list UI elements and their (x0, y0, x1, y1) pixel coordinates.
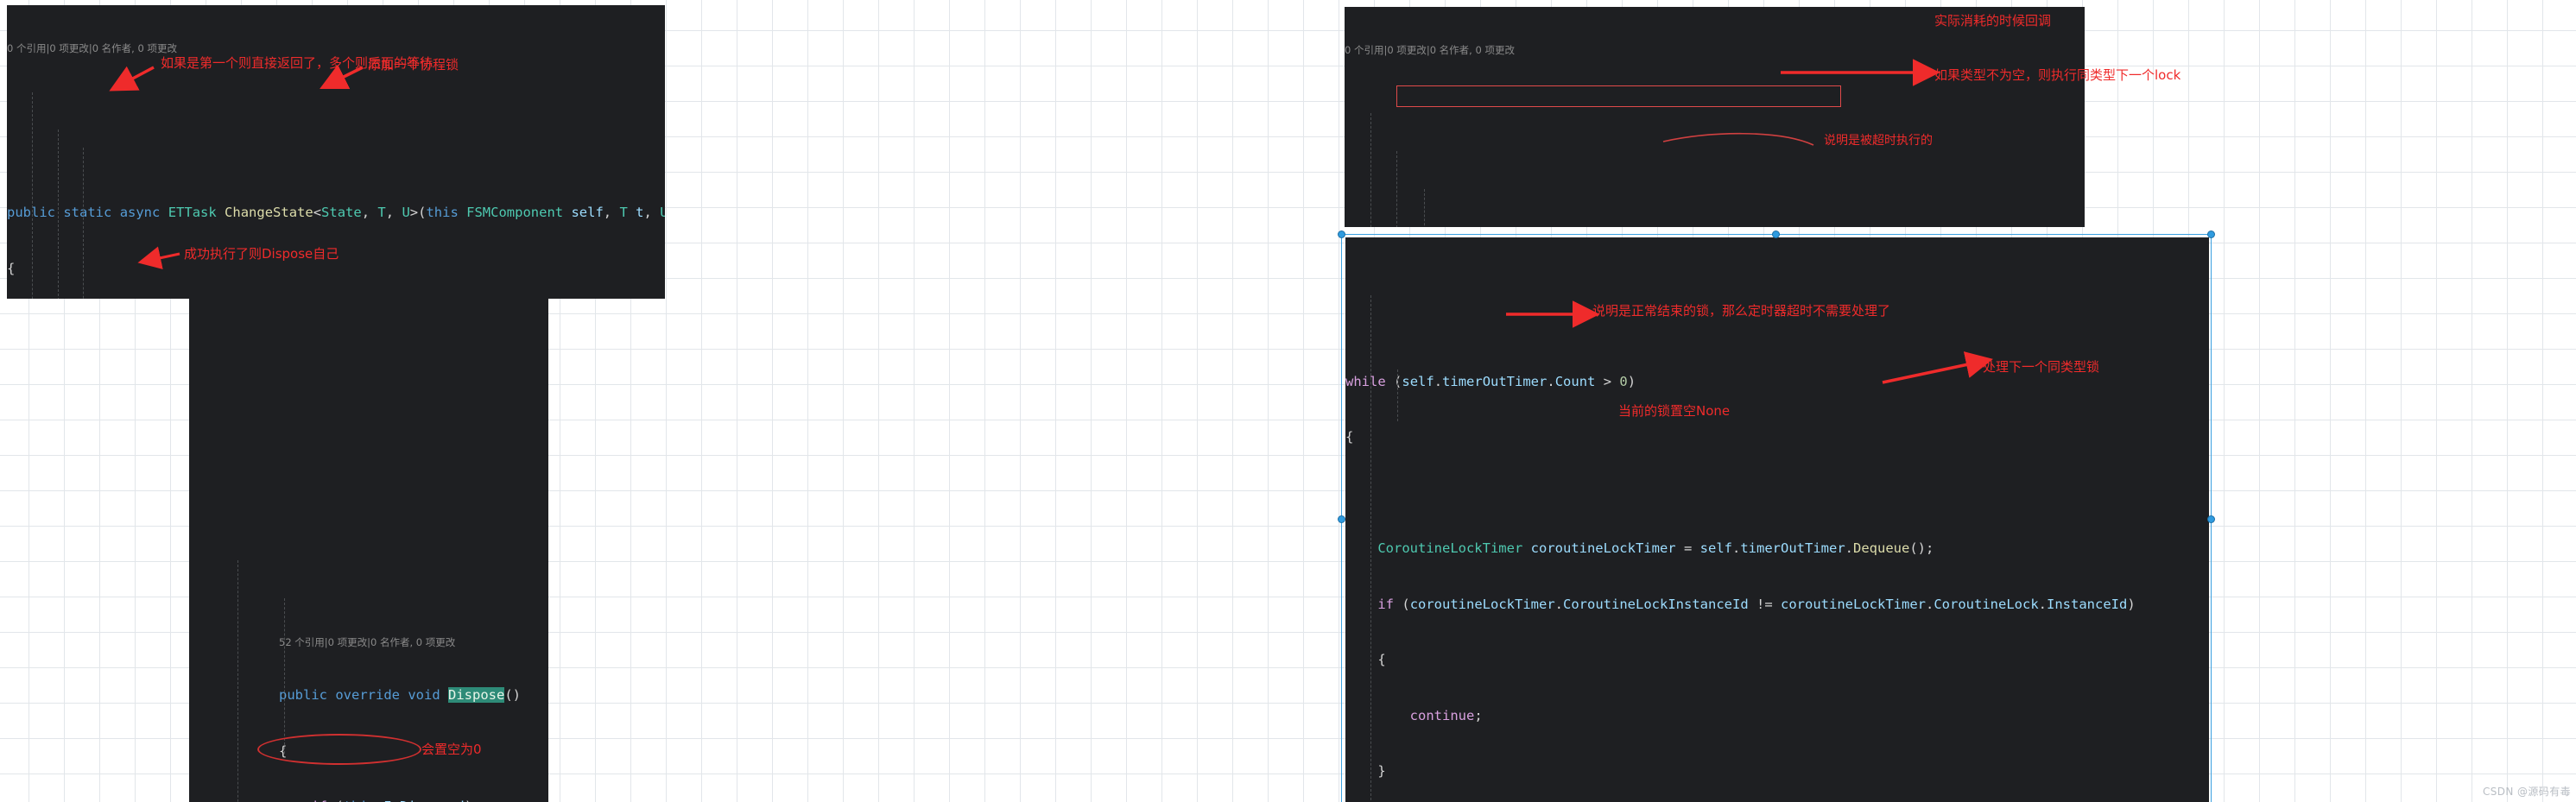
annotation-set-zero: 会置空为0 (421, 742, 482, 757)
code-panel-dispose-body[interactable]: 52 个引用|0 项更改|0 名作者, 0 项更改 public overrid… (189, 294, 1063, 802)
annotation-next-same-type-lock: 处理下一个同类型锁 (1983, 359, 2100, 375)
watermark: CSDN @源码有毒 (2482, 786, 2571, 798)
highlight-ellipse-instanceid (257, 734, 421, 765)
codelens-dispose[interactable]: 52 个引用|0 项更改|0 名作者, 0 项更改 (279, 636, 1063, 649)
codelens-destroysystem-class[interactable]: 0 个引用|0 项更改|0 名作者, 0 项更改 (1345, 44, 2085, 57)
code-line: public static async ETTask ChangeState<S… (7, 205, 665, 220)
annotation-set-current-none: 当前的锁置空None (1618, 403, 1731, 419)
annotation-type-not-none: 如果类型不为空，则执行同类型下一个lock (1934, 67, 2181, 83)
selection-handle-tl[interactable] (1338, 230, 1345, 238)
code-line: public class CoroutineLockDestroySystem:… (1345, 224, 2085, 228)
selected-token-dispose: Dispose (448, 687, 505, 703)
selection-handle-ml[interactable] (1338, 515, 1345, 523)
code-line: if (this.IsDisposed) (279, 798, 1063, 802)
selection-handle-tr[interactable] (2207, 230, 2215, 238)
annotation-dispose-self: 成功执行了则Dispose自己 (184, 246, 339, 262)
annotation-actual-consume-callback: 实际消耗的时候回调 (1934, 13, 2052, 28)
annotation-normal-end-lock: 说明是正常结束的锁，那么定时器超时不需要处理了 (1592, 303, 1891, 319)
code-panel-destroysystem[interactable]: 0 个引用|0 项更改|0 名作者, 0 项更改 public class Co… (1345, 7, 2085, 227)
highlight-box-runnextcoroutine (1396, 85, 1841, 107)
selection-handle-mr[interactable] (2207, 515, 2215, 523)
selection-handle-tc[interactable] (1772, 230, 1780, 238)
annotation-timeout-exec: 说明是被超时执行的 (1824, 134, 1933, 148)
screenshot-canvas: 0 个引用|0 项更改|0 名作者, 0 项更改 public static a… (0, 0, 2576, 802)
code-line: public override void Dispose() (279, 687, 522, 703)
annotation-add-lock: 添加一个协程锁 (368, 57, 459, 73)
